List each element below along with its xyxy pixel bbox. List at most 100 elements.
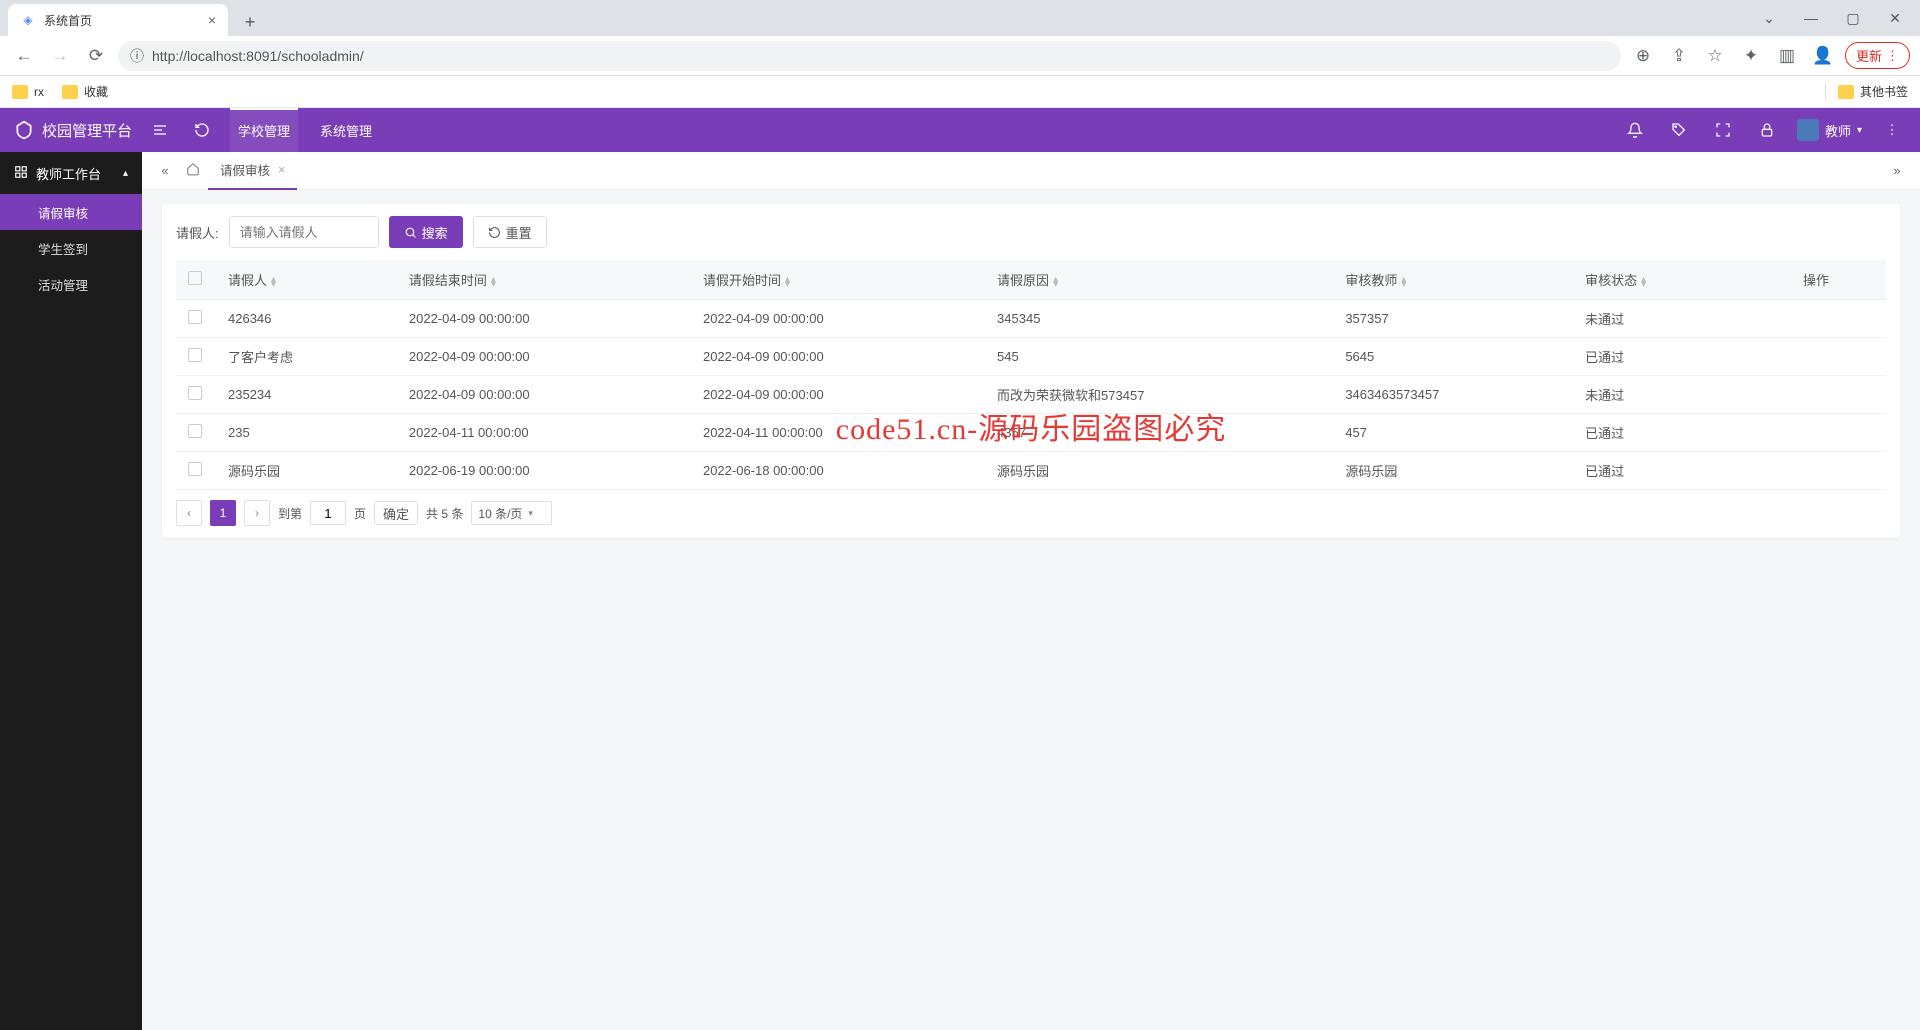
address-bar[interactable]: ⓘ http://localhost:8091/schooladmin/ bbox=[118, 41, 1621, 71]
cell-end: 2022-04-09 00:00:00 bbox=[397, 300, 691, 338]
goto-confirm-button[interactable]: 确定 bbox=[374, 501, 418, 525]
star-icon[interactable]: ☆ bbox=[1701, 42, 1729, 70]
sidebar-item[interactable]: 活动管理 bbox=[0, 266, 142, 302]
sidebar-section-teacher[interactable]: 教师工作台 ▴ bbox=[0, 152, 142, 194]
page-tab-leave-audit[interactable]: 请假审核 × bbox=[208, 152, 297, 190]
col-header[interactable]: 审核教师▴▾ bbox=[1333, 260, 1573, 300]
new-tab-button[interactable]: + bbox=[236, 8, 264, 36]
page-prev[interactable]: ‹ bbox=[176, 500, 202, 526]
cell-teacher: 3463463573457 bbox=[1333, 376, 1573, 414]
row-checkbox[interactable] bbox=[188, 424, 202, 438]
col-header[interactable]: 请假人▴▾ bbox=[216, 260, 397, 300]
goto-page-input[interactable] bbox=[310, 501, 346, 525]
zoom-icon[interactable]: ⊕ bbox=[1629, 42, 1657, 70]
col-header[interactable]: 请假结束时间▴▾ bbox=[397, 260, 691, 300]
browser-tab[interactable]: ◈ 系统首页 × bbox=[8, 4, 228, 36]
cell-reason: 345345 bbox=[985, 300, 1333, 338]
page-1[interactable]: 1 bbox=[210, 500, 236, 526]
col-header[interactable]: 审核状态▴▾ bbox=[1573, 260, 1746, 300]
checkbox-all[interactable] bbox=[188, 271, 202, 285]
share-icon[interactable]: ⇪ bbox=[1665, 42, 1693, 70]
update-button[interactable]: 更新⋮ bbox=[1845, 42, 1910, 69]
col-action: 操作 bbox=[1746, 260, 1886, 300]
sidebar: 教师工作台 ▴ 请假审核学生签到活动管理 bbox=[0, 152, 142, 1030]
cell-teacher: 源码乐园 bbox=[1333, 452, 1573, 490]
cell-end: 2022-06-19 00:00:00 bbox=[397, 452, 691, 490]
nav-school-manage[interactable]: 学校管理 bbox=[230, 108, 298, 152]
reload-button[interactable]: ⟳ bbox=[82, 42, 110, 70]
cell-reason: 而改为荣获微软和573457 bbox=[985, 376, 1333, 414]
profile-icon[interactable]: 👤 bbox=[1809, 42, 1837, 70]
fullscreen-icon[interactable] bbox=[1709, 116, 1737, 144]
nav-system-manage[interactable]: 系统管理 bbox=[312, 108, 380, 152]
side-panel-icon[interactable]: ▥ bbox=[1773, 42, 1801, 70]
row-checkbox[interactable] bbox=[188, 386, 202, 400]
tabs-scroll-right[interactable]: » bbox=[1884, 163, 1910, 178]
extensions-icon[interactable]: ✦ bbox=[1737, 42, 1765, 70]
cell-start: 2022-04-09 00:00:00 bbox=[691, 300, 985, 338]
chevron-down-icon: ▾ bbox=[528, 508, 533, 519]
table-row: 2352022-04-11 00:00:002022-04-11 00:00:0… bbox=[176, 414, 1886, 452]
bookmark-item[interactable]: rx bbox=[12, 85, 44, 99]
site-info-icon[interactable]: ⓘ bbox=[130, 46, 144, 66]
collapse-sidebar-icon[interactable] bbox=[146, 116, 174, 144]
other-bookmarks[interactable]: 其他书签 bbox=[1838, 83, 1908, 100]
close-window-button[interactable]: ✕ bbox=[1880, 10, 1910, 27]
more-icon[interactable]: ⋮ bbox=[1878, 116, 1906, 144]
leave-table: 请假人▴▾请假结束时间▴▾请假开始时间▴▾请假原因▴▾审核教师▴▾审核状态▴▾操… bbox=[176, 260, 1886, 490]
main-panel: 请假人: 搜索 重置 请假人▴▾请假结束时间▴▾请假开始时间▴▾请假原因▴▾审核… bbox=[162, 204, 1900, 538]
cell-status: 未通过 bbox=[1573, 300, 1746, 338]
maximize-button[interactable]: ▢ bbox=[1838, 10, 1868, 27]
cell-person: 235234 bbox=[216, 376, 397, 414]
filter-label: 请假人: bbox=[176, 223, 219, 242]
cell-reason: 源码乐园 bbox=[985, 452, 1333, 490]
tab-favicon: ◈ bbox=[20, 12, 36, 28]
tab-close-icon[interactable]: × bbox=[208, 12, 216, 28]
cell-teacher: 5645 bbox=[1333, 338, 1573, 376]
col-header[interactable]: 请假原因▴▾ bbox=[985, 260, 1333, 300]
app-logo[interactable]: 校园管理平台 bbox=[14, 120, 132, 141]
sort-icon: ▴▾ bbox=[1053, 277, 1058, 287]
close-tab-icon[interactable]: × bbox=[278, 163, 285, 177]
home-tab[interactable] bbox=[178, 162, 208, 179]
col-checkbox bbox=[176, 260, 216, 300]
app-name: 校园管理平台 bbox=[42, 120, 132, 141]
back-button[interactable]: ← bbox=[10, 42, 38, 70]
row-checkbox[interactable] bbox=[188, 310, 202, 324]
total-count: 共 5 条 bbox=[426, 505, 463, 522]
cell-reason: 545 bbox=[985, 338, 1333, 376]
lock-icon[interactable] bbox=[1753, 116, 1781, 144]
user-menu[interactable]: 教师 ▾ bbox=[1797, 119, 1862, 141]
tab-title: 系统首页 bbox=[44, 12, 92, 29]
table-row: 4263462022-04-09 00:00:002022-04-09 00:0… bbox=[176, 300, 1886, 338]
cell-end: 2022-04-11 00:00:00 bbox=[397, 414, 691, 452]
forward-button[interactable]: → bbox=[46, 42, 74, 70]
cell-reason: 4357 bbox=[985, 414, 1333, 452]
sort-icon: ▴▾ bbox=[1401, 277, 1406, 287]
url-text: http://localhost:8091/schooladmin/ bbox=[152, 48, 364, 64]
tag-icon[interactable] bbox=[1665, 116, 1693, 144]
row-checkbox[interactable] bbox=[188, 462, 202, 476]
minimize-button[interactable]: — bbox=[1796, 10, 1826, 26]
sidebar-item[interactable]: 学生签到 bbox=[0, 230, 142, 266]
bell-icon[interactable] bbox=[1621, 116, 1649, 144]
cell-action bbox=[1746, 338, 1886, 376]
chevron-down-icon[interactable]: ⌄ bbox=[1754, 10, 1784, 27]
col-header[interactable]: 请假开始时间▴▾ bbox=[691, 260, 985, 300]
content-area: « 请假审核 × » 请假人: 搜索 重置 bbox=[142, 152, 1920, 1030]
page-size-select[interactable]: 10 条/页▾ bbox=[471, 501, 552, 525]
cell-start: 2022-04-09 00:00:00 bbox=[691, 376, 985, 414]
bookmark-item[interactable]: 收藏 bbox=[62, 83, 108, 100]
refresh-icon[interactable] bbox=[188, 116, 216, 144]
table-row: 了客户考虑2022-04-09 00:00:002022-04-09 00:00… bbox=[176, 338, 1886, 376]
row-checkbox[interactable] bbox=[188, 348, 202, 362]
reset-icon bbox=[488, 226, 501, 239]
avatar bbox=[1797, 119, 1819, 141]
reset-button[interactable]: 重置 bbox=[473, 216, 547, 248]
page-next[interactable]: › bbox=[244, 500, 270, 526]
sidebar-item[interactable]: 请假审核 bbox=[0, 194, 142, 230]
filter-person-input[interactable] bbox=[229, 216, 379, 248]
search-button[interactable]: 搜索 bbox=[389, 216, 463, 248]
tabs-scroll-left[interactable]: « bbox=[152, 163, 178, 178]
logo-icon bbox=[14, 120, 34, 140]
